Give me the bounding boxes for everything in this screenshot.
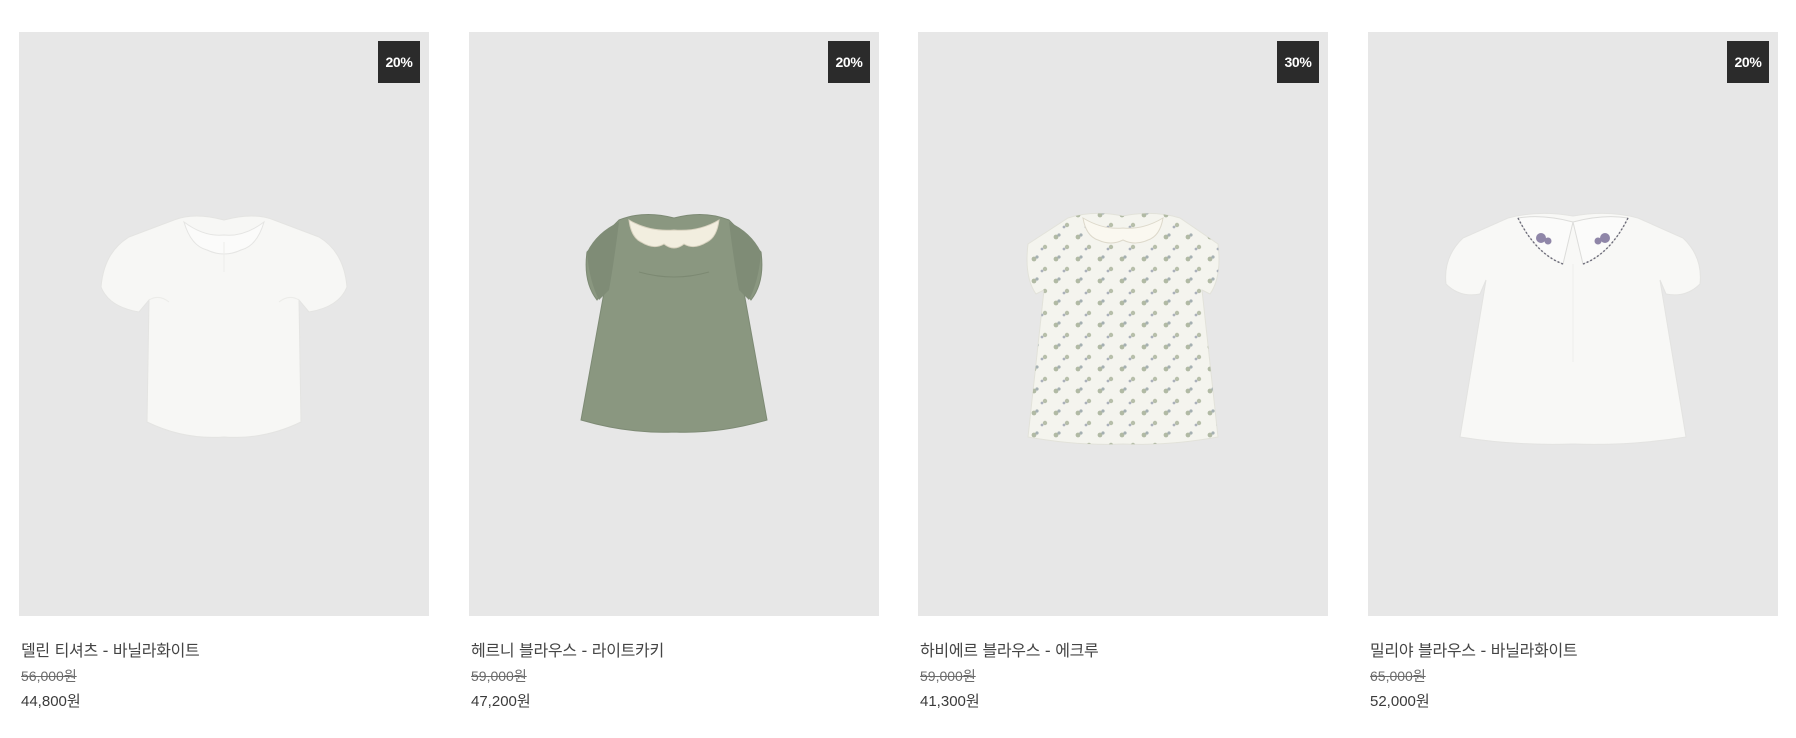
product-name[interactable]: 하비에르 블라우스 - 에크루: [920, 640, 1328, 662]
sale-price: 41,300원: [920, 693, 980, 710]
sale-price: 47,200원: [471, 693, 531, 710]
ecru-floral-print-blouse-icon: [1026, 212, 1220, 445]
product-name[interactable]: 헤르니 블라우스 - 라이트카키: [471, 640, 879, 662]
original-price: 65,000원: [1370, 668, 1426, 684]
discount-badge: 20%: [828, 41, 870, 83]
sale-price: 44,800원: [21, 693, 81, 710]
original-price: 59,000원: [471, 668, 527, 684]
product-name[interactable]: 델린 티셔츠 - 바닐라화이트: [21, 640, 429, 662]
original-price: 56,000원: [21, 668, 77, 684]
discount-badge: 20%: [1727, 41, 1769, 83]
product-image[interactable]: 20%: [1368, 32, 1778, 616]
sale-price: 52,000원: [1370, 693, 1430, 710]
product-image[interactable]: 20%: [19, 32, 429, 616]
discount-badge: 20%: [378, 41, 420, 83]
white-embroidered-collar-blouse-icon: [1445, 212, 1701, 445]
product-image[interactable]: 30%: [918, 32, 1328, 616]
product-name[interactable]: 밀리야 블라우스 - 바닐라화이트: [1370, 640, 1778, 662]
product-image[interactable]: 20%: [469, 32, 879, 616]
product-card[interactable]: 30% 하비에르 블라우스 - 에크루 59,000원 41,300원: [918, 32, 1328, 712]
product-card[interactable]: 20% 헤르니 블라우스 - 라이트카키 59,000원 47,200원: [469, 32, 879, 712]
white-puff-sleeve-tshirt-icon: [100, 215, 348, 438]
original-price: 59,000원: [920, 668, 976, 684]
product-card[interactable]: 20% 밀리야 블라우스 - 바닐라화이트 65,000원 52,000원: [1368, 32, 1778, 712]
product-card[interactable]: 20% 델린 티셔츠 - 바닐라화이트 56,000원 44,800원: [19, 32, 429, 712]
product-grid: 20% 델린 티셔츠 - 바닐라화이트 56,000원 44,800원 20% …: [0, 0, 1796, 738]
khaki-flutter-sleeve-blouse-icon: [580, 214, 768, 433]
discount-badge: 30%: [1277, 41, 1319, 83]
